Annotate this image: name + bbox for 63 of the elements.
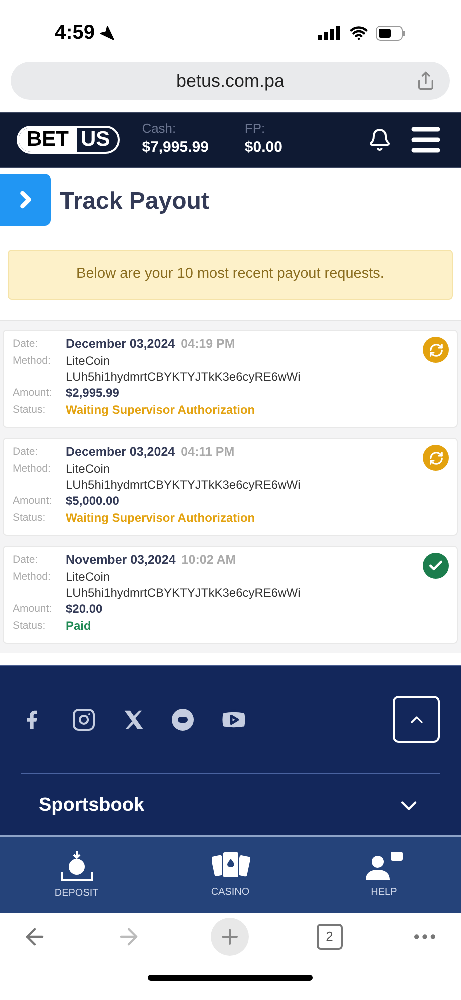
- section-title: Sportsbook: [39, 794, 145, 818]
- time-text: 04:11 PM: [181, 444, 235, 461]
- notification-icon[interactable]: [368, 128, 392, 152]
- time-text: 04:19 PM: [181, 336, 236, 353]
- page-title: Track Payout: [60, 187, 210, 217]
- amount-text: $2,995.99: [66, 385, 120, 402]
- playing-cards-icon: [212, 850, 250, 880]
- field-label: Amount:: [13, 386, 54, 401]
- field-label: Status:: [13, 511, 47, 526]
- method-text: LiteCoin: [66, 569, 112, 586]
- date-text: December 03,2024: [66, 336, 176, 353]
- status-text: Waiting Supervisor Authorization: [66, 510, 256, 527]
- x-icon[interactable]: [123, 708, 145, 730]
- field-label: Method:: [13, 462, 52, 477]
- field-label: Amount:: [13, 494, 54, 509]
- new-tab-button[interactable]: [210, 918, 248, 956]
- pending-icon: [423, 337, 449, 363]
- field-label: Date:: [13, 553, 40, 568]
- wifi-icon: [350, 24, 368, 42]
- bottom-nav-item[interactable]: DEPOSIT: [0, 837, 154, 913]
- battery-icon: [376, 26, 406, 40]
- check-icon: [423, 553, 449, 579]
- amount-text: $5,000.00: [66, 493, 120, 510]
- date-text: November 03,2024: [66, 552, 176, 569]
- betus-logo[interactable]: BET US: [17, 126, 120, 154]
- sportsbook-section[interactable]: Sportsbook: [21, 774, 440, 838]
- address-bar[interactable]: betus.com.pa: [11, 62, 450, 100]
- time-text: 10:02 AM: [182, 552, 236, 569]
- scroll-top-button[interactable]: [393, 696, 440, 743]
- amount-text: $20.00: [66, 601, 103, 618]
- signal-icon: [318, 26, 342, 40]
- instagram-icon[interactable]: [72, 708, 96, 732]
- wallet-address: LUh5hi1hydmrtCBYKTYJTkK3e6cyRE6wWi: [66, 586, 301, 601]
- url-text: betus.com.pa: [176, 70, 285, 93]
- location-icon: [99, 25, 116, 41]
- clock-time: 4:59: [55, 21, 96, 46]
- field-label: Status:: [13, 619, 47, 634]
- share-icon[interactable]: [416, 71, 436, 91]
- bottom-nav-item[interactable]: CASINO: [154, 837, 308, 913]
- date-text: December 03,2024: [66, 444, 176, 461]
- fp-amount: $0.00: [244, 138, 282, 158]
- status-text: Waiting Supervisor Authorization: [66, 402, 256, 419]
- fp-label: FP:: [244, 120, 266, 137]
- method-text: LiteCoin: [66, 353, 112, 370]
- field-label: Date:: [13, 445, 40, 460]
- notice-text: Below are your 10 most recent payout requests.: [76, 265, 384, 284]
- method-text: LiteCoin: [66, 461, 112, 478]
- cash-label: Cash:: [142, 120, 178, 137]
- field-label: Method:: [13, 570, 52, 585]
- cash-amount: $7,995.99: [142, 138, 209, 158]
- field-label: Status:: [13, 403, 47, 418]
- sidebar-toggle-button[interactable]: [0, 174, 51, 226]
- wallet-address: LUh5hi1hydmrtCBYKTYJTkK3e6cyRE6wWi: [66, 370, 301, 385]
- field-label: Date:: [13, 337, 40, 352]
- status-text: Paid: [66, 618, 92, 635]
- support-agent-icon: [364, 850, 404, 880]
- pending-icon: [423, 445, 449, 471]
- money-bag-icon: [60, 850, 94, 882]
- wallet-address: LUh5hi1hydmrtCBYKTYJTkK3e6cyRE6wWi: [66, 478, 301, 493]
- field-label: Method:: [13, 354, 52, 369]
- bottom-nav-item[interactable]: HELP: [307, 837, 461, 913]
- tab-count[interactable]: 2: [316, 924, 343, 950]
- field-label: Amount:: [13, 602, 54, 617]
